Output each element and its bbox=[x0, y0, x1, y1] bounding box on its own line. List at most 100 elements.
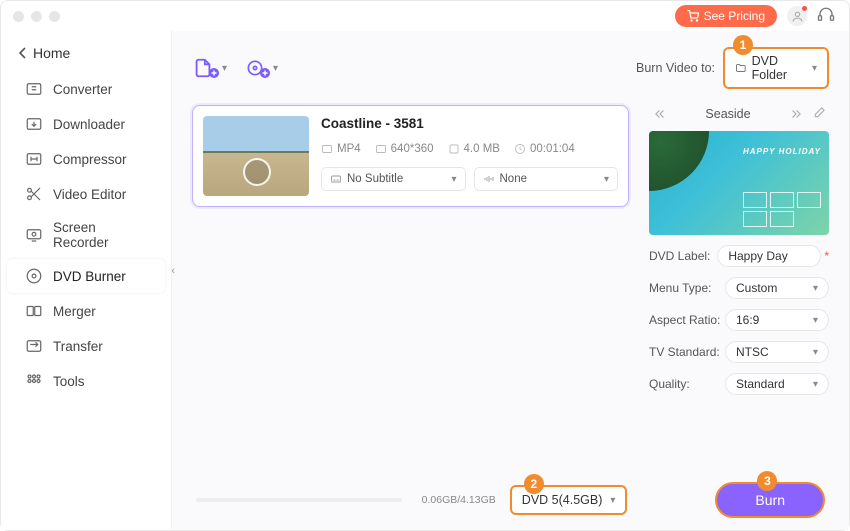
see-pricing-label: See Pricing bbox=[704, 9, 765, 23]
add-file-button[interactable]: ▾ bbox=[192, 57, 227, 79]
burn-to-value: DVD Folder bbox=[752, 54, 806, 82]
burn-to-label: Burn Video to: bbox=[636, 61, 715, 75]
transfer-icon bbox=[25, 337, 43, 355]
sidebar-item-video-editor[interactable]: Video Editor bbox=[7, 177, 165, 211]
theme-edit-button[interactable] bbox=[813, 105, 827, 123]
home-label: Home bbox=[33, 45, 70, 61]
chevron-down-icon: ▾ bbox=[812, 63, 817, 74]
chevron-down-icon: ▾ bbox=[451, 174, 456, 185]
dvd-icon bbox=[25, 267, 43, 285]
aspect-ratio-select[interactable]: 16:9▾ bbox=[725, 309, 829, 331]
burn-button[interactable]: 3 Burn bbox=[715, 482, 825, 518]
home-link[interactable]: Home bbox=[1, 39, 171, 71]
subtitle-icon bbox=[330, 173, 342, 185]
menu-type-label: Menu Type: bbox=[649, 281, 711, 295]
close-window-button[interactable] bbox=[13, 11, 24, 22]
chevron-down-icon: ▾ bbox=[813, 379, 818, 390]
video-card[interactable]: Coastline - 3581 MP4 640*360 4.0 MB 00:0… bbox=[192, 105, 629, 207]
required-indicator: * bbox=[824, 249, 829, 263]
video-resolution: 640*360 bbox=[391, 143, 434, 155]
compressor-icon bbox=[25, 150, 43, 168]
cart-icon bbox=[687, 10, 699, 22]
audio-value: None bbox=[500, 173, 528, 185]
titlebar: See Pricing bbox=[1, 1, 849, 31]
audio-icon bbox=[483, 173, 495, 185]
converter-icon bbox=[25, 80, 43, 98]
theme-name: Seaside bbox=[705, 107, 750, 121]
minimize-window-button[interactable] bbox=[31, 11, 42, 22]
screen-recorder-icon bbox=[25, 226, 43, 244]
video-thumbnail[interactable] bbox=[203, 116, 309, 196]
aspect-ratio-label: Aspect Ratio: bbox=[649, 313, 720, 327]
sidebar-item-compressor[interactable]: Compressor bbox=[7, 142, 165, 176]
video-info: MP4 640*360 4.0 MB 00:01:04 bbox=[321, 143, 618, 155]
plus-badge-icon bbox=[260, 68, 270, 78]
sidebar-collapse-button[interactable]: ‹ bbox=[171, 265, 175, 277]
format-icon bbox=[321, 143, 333, 155]
sidebar-item-tools[interactable]: Tools bbox=[7, 364, 165, 398]
theme-nav: Seaside bbox=[649, 105, 829, 123]
edit-icon bbox=[813, 105, 827, 119]
disc-size-value: DVD 5(4.5GB) bbox=[522, 493, 603, 507]
theme-next-button[interactable] bbox=[787, 105, 805, 123]
chevron-down-icon: ▾ bbox=[610, 495, 615, 506]
theme-prev-button[interactable] bbox=[651, 105, 669, 123]
headset-icon bbox=[817, 6, 835, 24]
step-badge-2: 2 bbox=[524, 474, 544, 494]
account-button[interactable] bbox=[787, 6, 807, 26]
burn-to-select[interactable]: 1 DVD Folder ▾ bbox=[723, 47, 829, 89]
step-badge-1: 1 bbox=[733, 35, 753, 55]
burn-button-label: Burn bbox=[755, 492, 785, 508]
sidebar-item-label: Compressor bbox=[53, 152, 127, 167]
clock-icon bbox=[514, 143, 526, 155]
bottom-bar: 0.06GB/4.13GB 2 DVD 5(4.5GB) ▾ 3 Burn bbox=[192, 470, 829, 530]
sidebar: Home Converter Downloader Compressor Vid… bbox=[1, 31, 171, 530]
theme-preview[interactable]: HAPPY HOLIDAY bbox=[649, 131, 829, 235]
grid-icon bbox=[25, 372, 43, 390]
tv-standard-select[interactable]: NTSC▾ bbox=[725, 341, 829, 363]
theme-banner-text: HAPPY HOLIDAY bbox=[743, 147, 821, 156]
sidebar-item-converter[interactable]: Converter bbox=[7, 72, 165, 106]
sidebar-item-label: Converter bbox=[53, 82, 112, 97]
chevron-left-icon bbox=[19, 47, 27, 59]
chevron-down-icon: ▾ bbox=[604, 174, 609, 185]
video-size: 4.0 MB bbox=[464, 143, 500, 155]
add-disc-button[interactable]: ▾ bbox=[245, 58, 278, 78]
chevron-down-icon: ▾ bbox=[273, 63, 278, 74]
dvd-label-input[interactable]: Happy Day bbox=[717, 245, 821, 267]
sidebar-item-label: Downloader bbox=[53, 117, 125, 132]
window-controls bbox=[13, 11, 60, 22]
disc-size-select[interactable]: 2 DVD 5(4.5GB) ▾ bbox=[510, 485, 628, 515]
video-title: Coastline - 3581 bbox=[321, 116, 618, 131]
video-format: MP4 bbox=[337, 143, 361, 155]
sidebar-item-merger[interactable]: Merger bbox=[7, 294, 165, 328]
dvd-label-label: DVD Label: bbox=[649, 249, 710, 263]
menu-type-select[interactable]: Custom▾ bbox=[725, 277, 829, 299]
sidebar-item-downloader[interactable]: Downloader bbox=[7, 107, 165, 141]
sidebar-item-transfer[interactable]: Transfer bbox=[7, 329, 165, 363]
quality-select[interactable]: Standard▾ bbox=[725, 373, 829, 395]
chevron-down-icon: ▾ bbox=[222, 63, 227, 74]
merger-icon bbox=[25, 302, 43, 320]
audio-select[interactable]: None ▾ bbox=[474, 167, 619, 191]
subtitle-value: No Subtitle bbox=[347, 173, 403, 185]
subtitle-select[interactable]: No Subtitle ▾ bbox=[321, 167, 466, 191]
disc-usage-progress bbox=[196, 498, 402, 502]
sidebar-item-label: DVD Burner bbox=[53, 269, 126, 284]
sidebar-item-label: Video Editor bbox=[53, 187, 126, 202]
sidebar-item-label: Merger bbox=[53, 304, 96, 319]
sidebar-item-label: Screen Recorder bbox=[53, 220, 147, 250]
support-button[interactable] bbox=[817, 6, 837, 26]
size-icon bbox=[448, 143, 460, 155]
maximize-window-button[interactable] bbox=[49, 11, 60, 22]
disc-usage-label: 0.06GB/4.13GB bbox=[422, 494, 496, 506]
sidebar-item-screen-recorder[interactable]: Screen Recorder bbox=[7, 212, 165, 258]
sidebar-item-label: Transfer bbox=[53, 339, 103, 354]
main-panel: ▾ ▾ Burn Video to: 1 DVD Folder ▾ bbox=[171, 31, 849, 530]
downloader-icon bbox=[25, 115, 43, 133]
plus-badge-icon bbox=[209, 68, 219, 78]
see-pricing-button[interactable]: See Pricing bbox=[675, 5, 777, 27]
folder-icon bbox=[735, 61, 747, 75]
chevron-down-icon: ▾ bbox=[813, 315, 818, 326]
sidebar-item-dvd-burner[interactable]: DVD Burner bbox=[7, 259, 165, 293]
